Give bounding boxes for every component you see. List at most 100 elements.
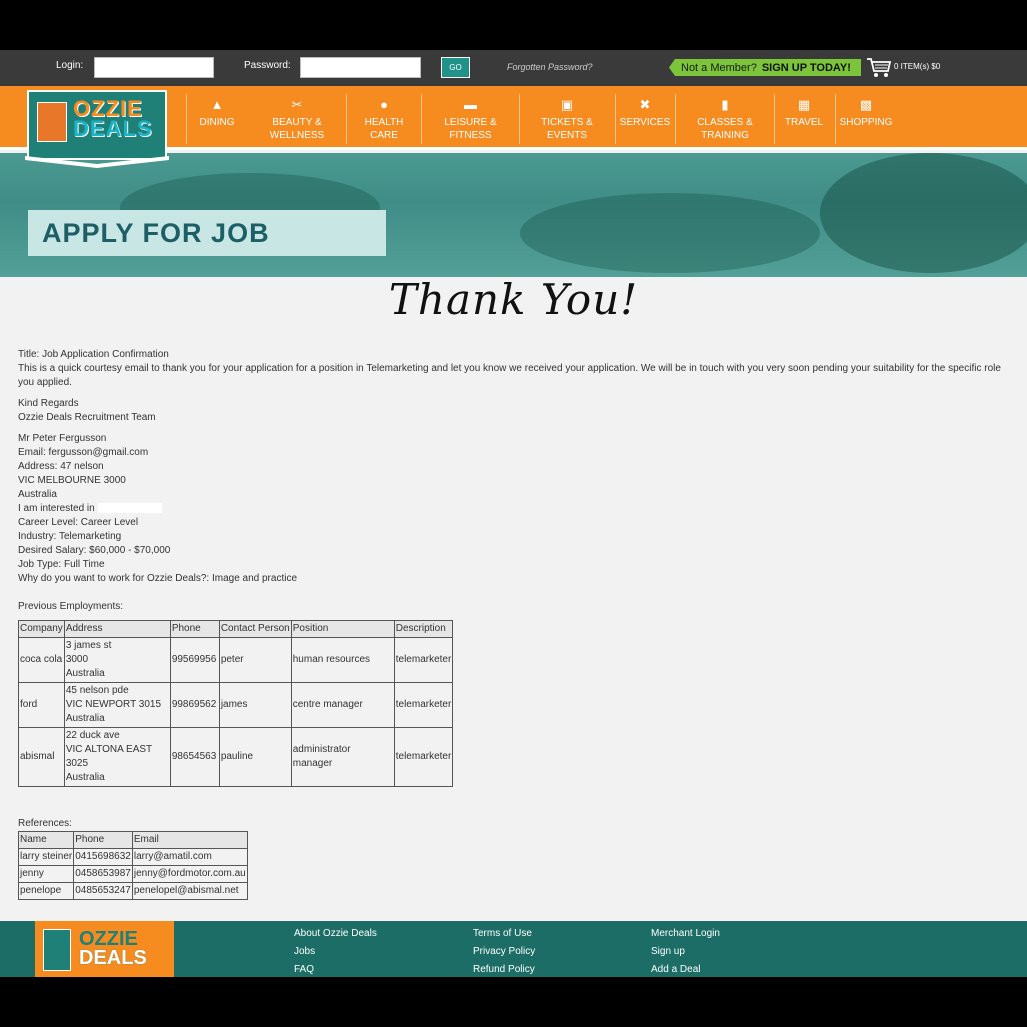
cell-address: 45 nelson pde VIC NEWPORT 3015 Australia	[63, 682, 171, 728]
applicant-email: Email: fergusson@gmail.com	[18, 447, 149, 458]
ticket-icon: ▣	[560, 97, 574, 112]
login-label: Login:	[56, 60, 84, 71]
table-row: jenny 0458653987 jenny@fordmotor.com.au	[17, 865, 248, 883]
interested-value-box	[97, 503, 162, 514]
nav-label: TICKETS & EVENTS	[541, 117, 593, 141]
password-input[interactable]	[300, 57, 421, 78]
ozzie-deals-logo[interactable]: OZZIE DEALS	[27, 90, 167, 160]
nav-divider	[519, 94, 520, 144]
table-row: abismal 22 duck ave VIC ALTONA EAST 3025 A…	[18, 727, 454, 787]
cell-contact: peter	[218, 637, 292, 683]
classes-icon: ▮	[721, 97, 729, 112]
nav-label: TRAVEL	[784, 117, 824, 128]
cell-contact: pauline	[218, 727, 292, 787]
cell-description: telemarketer	[393, 682, 454, 728]
table-row: ford 45 nelson pde VIC NEWPORT 3015 Austra…	[18, 682, 454, 728]
nav-item-tickets[interactable]: ▣ TICKETS & EVENTS	[523, 86, 611, 150]
column-header: Company	[18, 620, 65, 638]
go-button[interactable]: GO	[441, 57, 470, 78]
login-bar: Login: Password: GO Forgotten Password? …	[0, 50, 1027, 86]
footer-link-terms[interactable]: Terms of Use	[473, 925, 535, 943]
nav-item-classes[interactable]: ▮ CLASSES & TRAINING	[691, 86, 759, 150]
logo-text-bottom: DEALS	[73, 116, 153, 141]
cell-description: telemarketer	[393, 637, 454, 683]
footer-column-1: About Ozzie Deals Jobs FAQ	[294, 925, 377, 977]
nav-label: CLASSES & TRAINING	[697, 117, 753, 141]
nav-label: SHOPPING	[839, 117, 893, 128]
site-footer: OZZIE DEALS About Ozzie Deals Jobs FAQ T…	[0, 921, 1027, 977]
cell-company: ford	[18, 682, 65, 728]
references-label: References:	[18, 818, 72, 829]
nav-label: HEALTH CARE	[364, 117, 404, 141]
cell-phone: 98654563	[169, 727, 220, 787]
footer-logo[interactable]: OZZIE DEALS	[35, 921, 174, 977]
nav-item-services[interactable]: ✖ SERVICES	[619, 86, 671, 150]
nav-item-health[interactable]: ● HEALTH CARE	[350, 86, 418, 150]
signup-banner[interactable]: Not a Member? SIGN UP TODAY!	[669, 59, 861, 76]
column-header: Email	[131, 831, 248, 849]
member-text: Not a Member?	[681, 61, 757, 74]
nav-item-leisure[interactable]: ▬ LEISURE & FITNESS	[425, 86, 516, 150]
nav-item-travel[interactable]: ▦ TRAVEL	[778, 86, 830, 150]
interested-label: I am interested in	[18, 503, 95, 514]
hero-banner: APPLY FOR JOB	[0, 153, 1027, 277]
cell-email: larry@amatil.com	[131, 848, 248, 866]
table-row: coca cola 3 james st 3000 Australia 995699…	[18, 637, 454, 683]
nav-item-beauty[interactable]: ✂ BEAUTY & WELLNESS	[262, 86, 332, 150]
login-input[interactable]	[94, 57, 214, 78]
cart-summary[interactable]: 0 ITEM(s) $0	[894, 62, 940, 71]
dining-icon: ▲	[210, 97, 224, 112]
nav-divider	[675, 94, 676, 144]
cell-contact: james	[218, 682, 292, 728]
previous-employments-label: Previous Employments:	[18, 601, 124, 612]
footer-link-signup[interactable]: Sign up	[651, 943, 720, 961]
footer-link-privacy[interactable]: Privacy Policy	[473, 943, 535, 961]
footer-column-2: Terms of Use Privacy Policy Refund Polic…	[473, 925, 535, 977]
cell-position: administrator manager	[290, 727, 395, 787]
nav-divider	[186, 94, 187, 144]
cell-address: 22 duck ave VIC ALTONA EAST 3025 Australia	[63, 727, 171, 787]
desired-salary: Desired Salary: $60,000 - $70,000	[18, 545, 171, 556]
cell-email: penelopel@abismal.net	[131, 882, 248, 900]
table-header-row: Name Phone Email	[17, 831, 248, 849]
footer-link-jobs[interactable]: Jobs	[294, 943, 377, 961]
column-header: Address	[63, 620, 171, 638]
job-type: Job Type: Full Time	[18, 559, 105, 570]
column-header: Position	[290, 620, 395, 638]
column-header: Phone	[73, 831, 133, 849]
password-label: Password:	[244, 60, 291, 71]
cell-company: coca cola	[18, 637, 65, 683]
cell-phone: 0485653247	[73, 882, 133, 900]
logo-ribbon-icon	[25, 156, 169, 168]
drop-icon: ●	[380, 97, 388, 112]
cart-icon[interactable]	[866, 57, 892, 79]
interested-line: I am interested in	[18, 502, 1013, 516]
footer-link-refund[interactable]: Refund Policy	[473, 961, 535, 977]
regards-team: Ozzie Deals Recruitment Team	[18, 412, 156, 423]
footer-link-add-deal[interactable]: Add a Deal	[651, 961, 720, 977]
page-title: APPLY FOR JOB	[28, 210, 386, 256]
regards-line: Kind Regards	[18, 398, 79, 409]
nav-item-dining[interactable]: ▲ DINING	[190, 86, 244, 150]
industry: Industry: Telemarketing	[18, 531, 122, 542]
column-header: Description	[393, 620, 454, 638]
footer-link-faq[interactable]: FAQ	[294, 961, 377, 977]
cell-description: telemarketer	[393, 727, 454, 787]
footer-link-about[interactable]: About Ozzie Deals	[294, 925, 377, 943]
nav-item-shopping[interactable]: ▩ SHOPPING	[839, 86, 893, 150]
cell-phone: 0415698632	[73, 848, 133, 866]
nav-divider	[615, 94, 616, 144]
forgot-password-link[interactable]: Forgotten Password?	[507, 62, 593, 72]
applicant-address-2: VIC MELBOURNE 3000	[18, 475, 126, 486]
title-line: Title: Job Application Confirmation	[18, 349, 169, 360]
cell-name: penelope	[17, 882, 75, 900]
cell-phone: 0458653987	[73, 865, 133, 883]
nav-label: SERVICES	[619, 117, 671, 128]
tools-icon: ✖	[639, 97, 651, 112]
body-text: This is a quick courtesy email to thank …	[18, 363, 1001, 388]
nav-divider	[835, 94, 836, 144]
basket-icon: ▩	[859, 97, 873, 112]
footer-link-merchant-login[interactable]: Merchant Login	[651, 925, 720, 943]
cell-address: 3 james st 3000 Australia	[63, 637, 171, 683]
cell-name: larry steiner	[17, 848, 75, 866]
